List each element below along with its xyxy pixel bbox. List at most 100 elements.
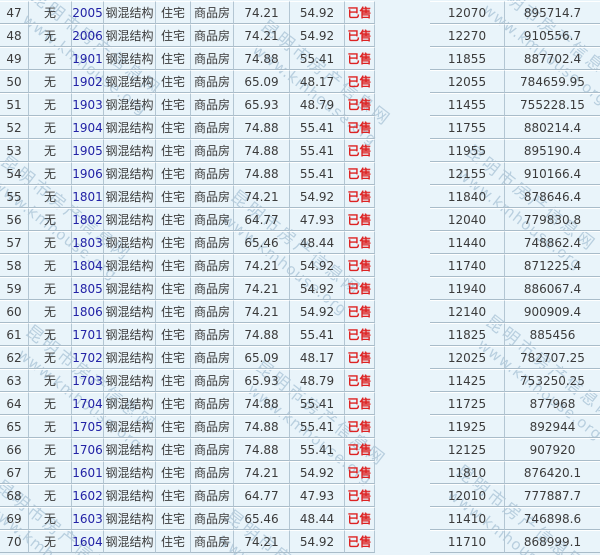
cell-sold-status: 已售 bbox=[345, 484, 375, 507]
table-row: 52无1904钢混结构住宅商品房74.8855.41已售11755880214.… bbox=[0, 116, 600, 139]
cell-sale-limit: 无 bbox=[29, 530, 72, 553]
cell-sale-limit: 无 bbox=[29, 461, 72, 484]
spacer-cell bbox=[375, 162, 430, 185]
spacer-cell bbox=[375, 185, 430, 208]
cell-sale-limit: 无 bbox=[29, 438, 72, 461]
cell-room-number[interactable]: 1906 bbox=[72, 162, 104, 185]
cell-usage: 住宅 bbox=[156, 162, 191, 185]
cell-sale-limit: 无 bbox=[29, 484, 72, 507]
cell-total-price: 900909.4 bbox=[505, 300, 600, 323]
cell-sold-status: 已售 bbox=[345, 208, 375, 231]
cell-inner-area: 55.41 bbox=[290, 323, 345, 346]
table-row: 50无1902钢混结构住宅商品房65.0948.17已售12055784659.… bbox=[0, 70, 600, 93]
cell-room-number[interactable]: 2006 bbox=[72, 24, 104, 47]
cell-total-price: 885456 bbox=[505, 323, 600, 346]
cell-room-number[interactable]: 2005 bbox=[72, 1, 104, 24]
spacer-cell bbox=[375, 369, 430, 392]
cell-room-number[interactable]: 1905 bbox=[72, 139, 104, 162]
cell-row-number: 52 bbox=[0, 116, 29, 139]
cell-total-price: 880214.4 bbox=[505, 116, 600, 139]
table-row: 67无1601钢混结构住宅商品房74.2154.92已售11810876420.… bbox=[0, 461, 600, 484]
cell-row-number: 49 bbox=[0, 47, 29, 70]
cell-row-number: 65 bbox=[0, 415, 29, 438]
cell-usage: 住宅 bbox=[156, 484, 191, 507]
cell-sale-limit: 无 bbox=[29, 300, 72, 323]
cell-unit-price: 11755 bbox=[430, 116, 505, 139]
cell-room-number[interactable]: 1701 bbox=[72, 323, 104, 346]
table-row: 47无2005钢混结构住宅商品房74.2154.92已售12070895714.… bbox=[0, 1, 600, 24]
cell-house-type: 商品房 bbox=[191, 185, 234, 208]
cell-room-number[interactable]: 1901 bbox=[72, 47, 104, 70]
unit-table-body: 47无2005钢混结构住宅商品房74.2154.92已售12070895714.… bbox=[0, 1, 600, 553]
cell-row-number: 61 bbox=[0, 323, 29, 346]
cell-room-number[interactable]: 1802 bbox=[72, 208, 104, 231]
table-row: 59无1805钢混结构住宅商品房74.2154.92已售11940886067.… bbox=[0, 277, 600, 300]
cell-sale-limit: 无 bbox=[29, 369, 72, 392]
spacer-cell bbox=[375, 1, 430, 24]
cell-room-number[interactable]: 1902 bbox=[72, 70, 104, 93]
cell-sale-limit: 无 bbox=[29, 116, 72, 139]
cell-sale-limit: 无 bbox=[29, 1, 72, 24]
table-row: 62无1702钢混结构住宅商品房65.0948.17已售12025782707.… bbox=[0, 346, 600, 369]
cell-room-number[interactable]: 1601 bbox=[72, 461, 104, 484]
cell-room-number[interactable]: 1903 bbox=[72, 93, 104, 116]
cell-room-number[interactable]: 1806 bbox=[72, 300, 104, 323]
table-row: 65无1705钢混结构住宅商品房74.8855.41已售11925892944 bbox=[0, 415, 600, 438]
cell-floor-area: 74.88 bbox=[234, 47, 290, 70]
cell-floor-area: 74.21 bbox=[234, 24, 290, 47]
cell-usage: 住宅 bbox=[156, 346, 191, 369]
spacer-cell bbox=[375, 484, 430, 507]
cell-room-number[interactable]: 1703 bbox=[72, 369, 104, 392]
cell-usage: 住宅 bbox=[156, 70, 191, 93]
cell-floor-area: 65.09 bbox=[234, 346, 290, 369]
cell-unit-price: 11410 bbox=[430, 507, 505, 530]
cell-row-number: 54 bbox=[0, 162, 29, 185]
cell-inner-area: 55.41 bbox=[290, 139, 345, 162]
cell-sold-status: 已售 bbox=[345, 116, 375, 139]
cell-room-number[interactable]: 1706 bbox=[72, 438, 104, 461]
cell-sale-limit: 无 bbox=[29, 70, 72, 93]
cell-inner-area: 54.92 bbox=[290, 530, 345, 553]
cell-room-number[interactable]: 1702 bbox=[72, 346, 104, 369]
cell-room-number[interactable]: 1604 bbox=[72, 530, 104, 553]
unit-listing-page: 昆明市房产信息网www.kmhouse.org昆明市房产信息网www.kmhou… bbox=[0, 0, 600, 555]
cell-room-number[interactable]: 1803 bbox=[72, 231, 104, 254]
cell-house-type: 商品房 bbox=[191, 1, 234, 24]
unit-listing-table: 47无2005钢混结构住宅商品房74.2154.92已售12070895714.… bbox=[0, 1, 600, 553]
cell-usage: 住宅 bbox=[156, 323, 191, 346]
cell-room-number[interactable]: 1805 bbox=[72, 277, 104, 300]
cell-sale-limit: 无 bbox=[29, 231, 72, 254]
cell-total-price: 868999.1 bbox=[505, 530, 600, 553]
cell-row-number: 53 bbox=[0, 139, 29, 162]
spacer-cell bbox=[375, 254, 430, 277]
cell-usage: 住宅 bbox=[156, 47, 191, 70]
cell-room-number[interactable]: 1704 bbox=[72, 392, 104, 415]
cell-room-number[interactable]: 1603 bbox=[72, 507, 104, 530]
cell-sale-limit: 无 bbox=[29, 24, 72, 47]
cell-sold-status: 已售 bbox=[345, 392, 375, 415]
cell-structure: 钢混结构 bbox=[104, 47, 156, 70]
cell-sold-status: 已售 bbox=[345, 507, 375, 530]
cell-inner-area: 55.41 bbox=[290, 438, 345, 461]
cell-inner-area: 47.93 bbox=[290, 484, 345, 507]
spacer-cell bbox=[375, 116, 430, 139]
table-row: 56无1802钢混结构住宅商品房64.7747.93已售12040779830.… bbox=[0, 208, 600, 231]
cell-unit-price: 11740 bbox=[430, 254, 505, 277]
cell-usage: 住宅 bbox=[156, 254, 191, 277]
cell-room-number[interactable]: 1904 bbox=[72, 116, 104, 139]
cell-room-number[interactable]: 1801 bbox=[72, 185, 104, 208]
cell-structure: 钢混结构 bbox=[104, 1, 156, 24]
cell-room-number[interactable]: 1602 bbox=[72, 484, 104, 507]
cell-sale-limit: 无 bbox=[29, 277, 72, 300]
cell-room-number[interactable]: 1804 bbox=[72, 254, 104, 277]
cell-unit-price: 12055 bbox=[430, 70, 505, 93]
cell-usage: 住宅 bbox=[156, 438, 191, 461]
cell-sale-limit: 无 bbox=[29, 254, 72, 277]
cell-row-number: 48 bbox=[0, 24, 29, 47]
cell-floor-area: 74.88 bbox=[234, 392, 290, 415]
cell-sale-limit: 无 bbox=[29, 415, 72, 438]
cell-total-price: 886067.4 bbox=[505, 277, 600, 300]
cell-room-number[interactable]: 1705 bbox=[72, 415, 104, 438]
cell-floor-area: 64.77 bbox=[234, 484, 290, 507]
cell-inner-area: 55.41 bbox=[290, 162, 345, 185]
